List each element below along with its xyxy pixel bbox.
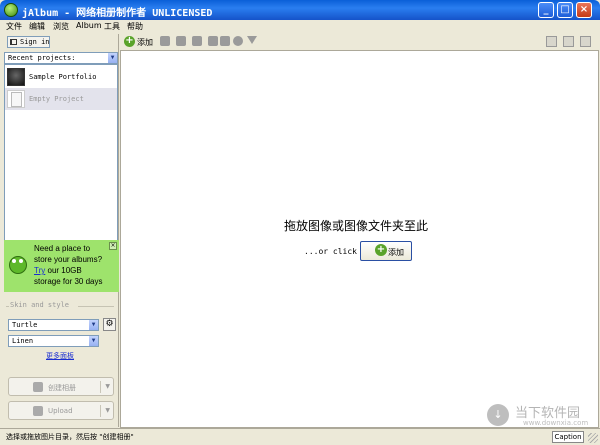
- blank-page-icon: [7, 90, 25, 108]
- skin-value: Turtle: [12, 321, 38, 329]
- sidebar: Sign in Recent projects: ▼ Sample Portfo…: [2, 34, 119, 427]
- minimize-button[interactable]: _: [538, 2, 554, 18]
- style-value: Linen: [12, 337, 34, 345]
- project-item-empty-project[interactable]: Empty Project: [5, 88, 117, 110]
- jalbum-icon: [4, 3, 18, 17]
- edit-view-icon[interactable]: [563, 36, 574, 47]
- maximize-button[interactable]: □: [557, 2, 573, 18]
- divider: [100, 381, 101, 393]
- recent-projects-select[interactable]: Recent projects: ▼: [4, 52, 118, 64]
- add-button[interactable]: + 添加: [360, 241, 412, 261]
- storage-promo: × Need a place to store your albums? Try…: [4, 240, 119, 292]
- upload-arrow-icon: [33, 406, 43, 416]
- list-view-icon[interactable]: [580, 36, 591, 47]
- skin-select[interactable]: Turtle ▼: [8, 319, 99, 331]
- add-toolbar-label: 添加: [137, 38, 153, 47]
- toolbar: + 添加: [120, 34, 600, 50]
- make-album-button[interactable]: 创建相册 ▼: [8, 377, 114, 396]
- divider: [100, 405, 101, 417]
- status-bar: 选择或拖放图片目录，然后按 "创建相册" Caption: [0, 428, 600, 445]
- chevron-down-icon[interactable]: ▼: [107, 53, 117, 63]
- watermark-url: www.downxia.com: [523, 419, 589, 427]
- add-button-label: 添加: [388, 248, 404, 257]
- gear-icon[interactable]: ⚙: [103, 318, 116, 331]
- menu-bar: 文件 编辑 浏览 Album 工具 帮助: [0, 20, 600, 34]
- sign-in-button[interactable]: Sign in: [7, 36, 50, 48]
- chevron-down-icon[interactable]: ▼: [105, 383, 110, 390]
- project-name: Sample Portfolio: [29, 73, 97, 81]
- drop-hint: 拖放图像或图像文件夹至此: [284, 219, 429, 233]
- hammer-icon: [33, 382, 43, 392]
- download-arrow-icon: ↓: [487, 404, 509, 426]
- rotate-left-icon[interactable]: [208, 36, 218, 46]
- caption-button[interactable]: Caption: [552, 431, 584, 443]
- upload-button[interactable]: Upload ▼: [8, 401, 114, 420]
- style-select[interactable]: Linen ▼: [8, 335, 99, 347]
- filter-icon[interactable]: [247, 36, 257, 44]
- upload-folder-icon[interactable]: [160, 36, 170, 46]
- menu-album[interactable]: Album: [76, 21, 102, 30]
- rotate-right-icon[interactable]: [220, 36, 230, 46]
- chevron-down-icon[interactable]: ▼: [88, 336, 98, 346]
- promo-close-icon[interactable]: ×: [109, 242, 117, 250]
- title-bar: jAlbum - 网络相册制作者 UNLICENSED _ □ ×: [0, 0, 600, 20]
- add-plus-icon: +: [124, 35, 135, 47]
- frog-mascot-icon: [9, 256, 27, 274]
- close-button[interactable]: ×: [576, 2, 592, 18]
- or-click-label: ...or click: [304, 247, 357, 256]
- folder-icon[interactable]: [176, 36, 186, 46]
- folder-open-icon[interactable]: [192, 36, 202, 46]
- promo-line-2: store your albums?: [34, 255, 103, 264]
- drop-area[interactable]: 拖放图像或图像文件夹至此 ...or click + 添加 ↓ 当下软件园 ww…: [120, 50, 599, 428]
- exclude-icon[interactable]: [233, 36, 243, 46]
- resize-grip-icon[interactable]: [588, 433, 598, 443]
- menu-tools[interactable]: 工具: [104, 21, 120, 32]
- photo-thumbnail-icon: [7, 68, 25, 86]
- project-name: Empty Project: [29, 95, 84, 103]
- promo-line-1: Need a place to: [34, 244, 91, 253]
- status-text: 选择或拖放图片目录，然后按 "创建相册": [6, 433, 134, 441]
- menu-help[interactable]: 帮助: [127, 21, 143, 32]
- project-item-sample-portfolio[interactable]: Sample Portfolio: [5, 66, 117, 88]
- recent-projects-label: Recent projects:: [8, 54, 76, 62]
- divider: [78, 306, 114, 307]
- add-plus-icon: +: [375, 244, 387, 256]
- thumbnail-view-icon[interactable]: [546, 36, 557, 47]
- window-title: jAlbum - 网络相册制作者 UNLICENSED: [22, 8, 213, 19]
- menu-edit[interactable]: 编辑: [29, 21, 45, 32]
- more-panels-link[interactable]: 更多面板: [46, 351, 74, 361]
- watermark-logo: ↓ 当下软件园 www.downxia.com: [487, 402, 597, 428]
- promo-line-3: Try our 10GB: [34, 266, 82, 275]
- menu-browse[interactable]: 浏览: [53, 21, 69, 32]
- chevron-down-icon[interactable]: ▼: [105, 407, 110, 414]
- add-toolbar-button[interactable]: + 添加: [124, 35, 156, 49]
- sign-in-icon: [10, 39, 17, 45]
- divider: [6, 306, 9, 307]
- promo-line-4: storage for 30 days: [34, 277, 103, 286]
- menu-file[interactable]: 文件: [6, 21, 22, 32]
- upload-label: Upload: [48, 407, 73, 415]
- chevron-down-icon[interactable]: ▼: [88, 320, 98, 330]
- make-album-label: 创建相册: [48, 384, 76, 392]
- promo-try-link[interactable]: Try: [34, 266, 45, 275]
- project-list: Sample Portfolio Empty Project: [4, 64, 118, 266]
- skin-section-title: Skin and style: [10, 301, 70, 309]
- sign-in-label: Sign in: [20, 38, 50, 46]
